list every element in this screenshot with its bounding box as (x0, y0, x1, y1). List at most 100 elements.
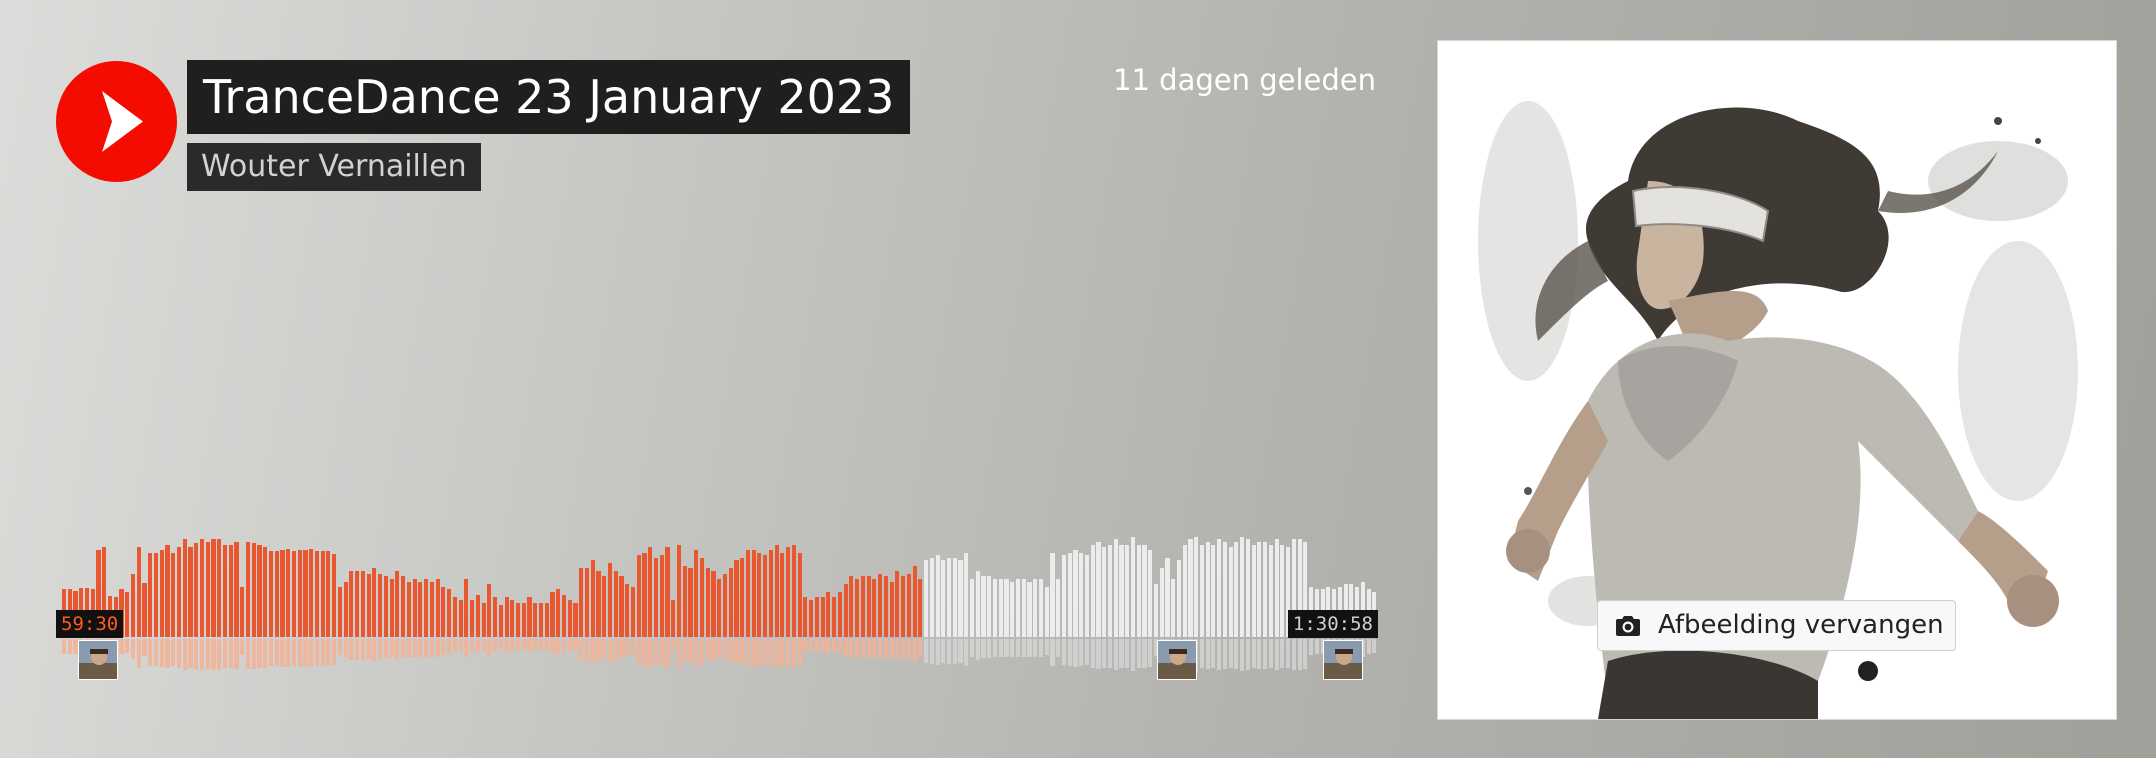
waveform-bar (694, 550, 699, 637)
waveform-reflection-bar (757, 639, 762, 666)
waveform-reflection-bar (774, 639, 779, 668)
waveform-reflection-bar (843, 639, 848, 656)
waveform-bar (1090, 545, 1095, 637)
waveform-reflection-bar (1130, 639, 1136, 671)
waveform-reflection-bar (1038, 639, 1044, 657)
waveform-reflection-bar (176, 639, 182, 668)
waveform-reflection-bar (383, 639, 388, 658)
comment-avatar[interactable] (1157, 640, 1197, 680)
waveform-reflection-bar (918, 639, 923, 657)
waveform-reflection-bar (165, 639, 170, 668)
waveform-bar (171, 553, 176, 637)
waveform-bar (1044, 587, 1049, 637)
waveform-bar (504, 597, 509, 637)
waveform-bar (809, 600, 814, 637)
waveform-bar (688, 568, 693, 637)
waveform-reflection-bar (217, 639, 222, 670)
waveform-bar (860, 576, 865, 637)
waveform-reflection-bar (136, 639, 141, 668)
waveform-bar (1033, 579, 1038, 637)
waveform-reflection-bar (1286, 639, 1291, 668)
comment-avatar[interactable] (78, 640, 118, 680)
waveform-reflection-bar (1291, 639, 1296, 670)
waveform-reflection-bar (142, 639, 147, 656)
waveform-bar (222, 545, 228, 637)
waveform-bar (653, 558, 659, 637)
comment-avatar[interactable] (1323, 640, 1363, 680)
waveform-bar (441, 587, 446, 637)
waveform-reflection-bar (148, 639, 153, 666)
waveform-bar (912, 566, 917, 637)
waveform-bar (280, 550, 285, 637)
waveform-reflection-bar (751, 639, 756, 667)
replace-image-button[interactable]: Afbeelding vervangen (1597, 600, 1956, 651)
waveform-reflection-bar (745, 639, 750, 667)
waveform-reflection-bar (1268, 639, 1273, 668)
waveform-reflection-bar (182, 639, 187, 670)
waveform-bar (343, 582, 348, 637)
play-button[interactable] (56, 61, 177, 182)
waveform-bar (199, 539, 205, 637)
waveform-bar (349, 571, 354, 637)
waveform-reflection-bar (602, 639, 607, 658)
waveform-bar (148, 553, 153, 637)
waveform-reflection-bar (1067, 639, 1072, 666)
waveform-reflection-bar (1142, 639, 1147, 668)
waveform-bar (1263, 542, 1268, 637)
waveform-reflection-bar (837, 639, 842, 653)
waveform-reflection-bar (1084, 639, 1090, 665)
waveform-reflection-bar (717, 639, 722, 657)
waveform-bar (1153, 584, 1159, 637)
waveform-reflection-bar (332, 639, 337, 665)
waveform-bar (906, 574, 911, 637)
waveform-reflection-bar (153, 639, 159, 666)
waveform-bar (918, 579, 923, 637)
waveform-reflection-bar (309, 639, 314, 667)
waveform-reflection-bar (1125, 639, 1130, 668)
waveform-bar (1119, 545, 1124, 637)
artist-link[interactable]: Wouter Vernaillen (187, 143, 481, 191)
waveform-reflection-bar (889, 639, 894, 657)
waveform-bar (763, 555, 768, 637)
waveform-bar (366, 574, 371, 637)
waveform-bar (130, 574, 136, 637)
waveform-reflection-bar (268, 639, 274, 666)
waveform-reflection-bar (849, 639, 854, 658)
waveform-bar (636, 555, 641, 637)
waveform-bar (975, 571, 980, 637)
waveform-reflection-bar (125, 639, 130, 653)
waveform-bar (613, 571, 618, 637)
waveform-bar (722, 574, 727, 637)
waveform-reflection-bar (1297, 639, 1302, 670)
waveform-reflection-bar (1119, 639, 1124, 668)
waveform-bar (286, 549, 291, 637)
waveform-reflection-bar (998, 639, 1003, 657)
waveform-bar (1240, 537, 1245, 637)
waveform-reflection-bar (797, 639, 802, 666)
waveform-bar (1004, 579, 1009, 637)
waveform-bar (493, 597, 498, 637)
waveform-bar (676, 545, 682, 637)
waveform-bar (194, 543, 199, 637)
waveform-bar (1067, 553, 1072, 637)
waveform-reflection-bar (159, 639, 164, 667)
waveform-bar (1171, 579, 1176, 637)
waveform-bar (211, 539, 216, 637)
waveform-reflection-bar (533, 639, 538, 650)
waveform-reflection-bar (636, 639, 641, 665)
waveform-reflection-bar (935, 639, 940, 665)
waveform-bar (395, 571, 400, 637)
waveform-bar (1182, 545, 1187, 637)
waveform-bar (1113, 539, 1118, 637)
waveform-bar (619, 576, 624, 637)
waveform-reflection-bar (320, 639, 325, 666)
waveform-reflection-bar (303, 639, 308, 667)
waveform-reflection-bar (493, 639, 498, 652)
waveform-bar (355, 571, 360, 637)
waveform-bar (251, 543, 256, 637)
waveform-reflection-bar (245, 639, 251, 669)
waveform-bar (326, 551, 331, 637)
waveform-reflection-bar (510, 639, 515, 651)
waveform-bar (498, 605, 503, 637)
waveform-reflection-bar (119, 639, 124, 654)
